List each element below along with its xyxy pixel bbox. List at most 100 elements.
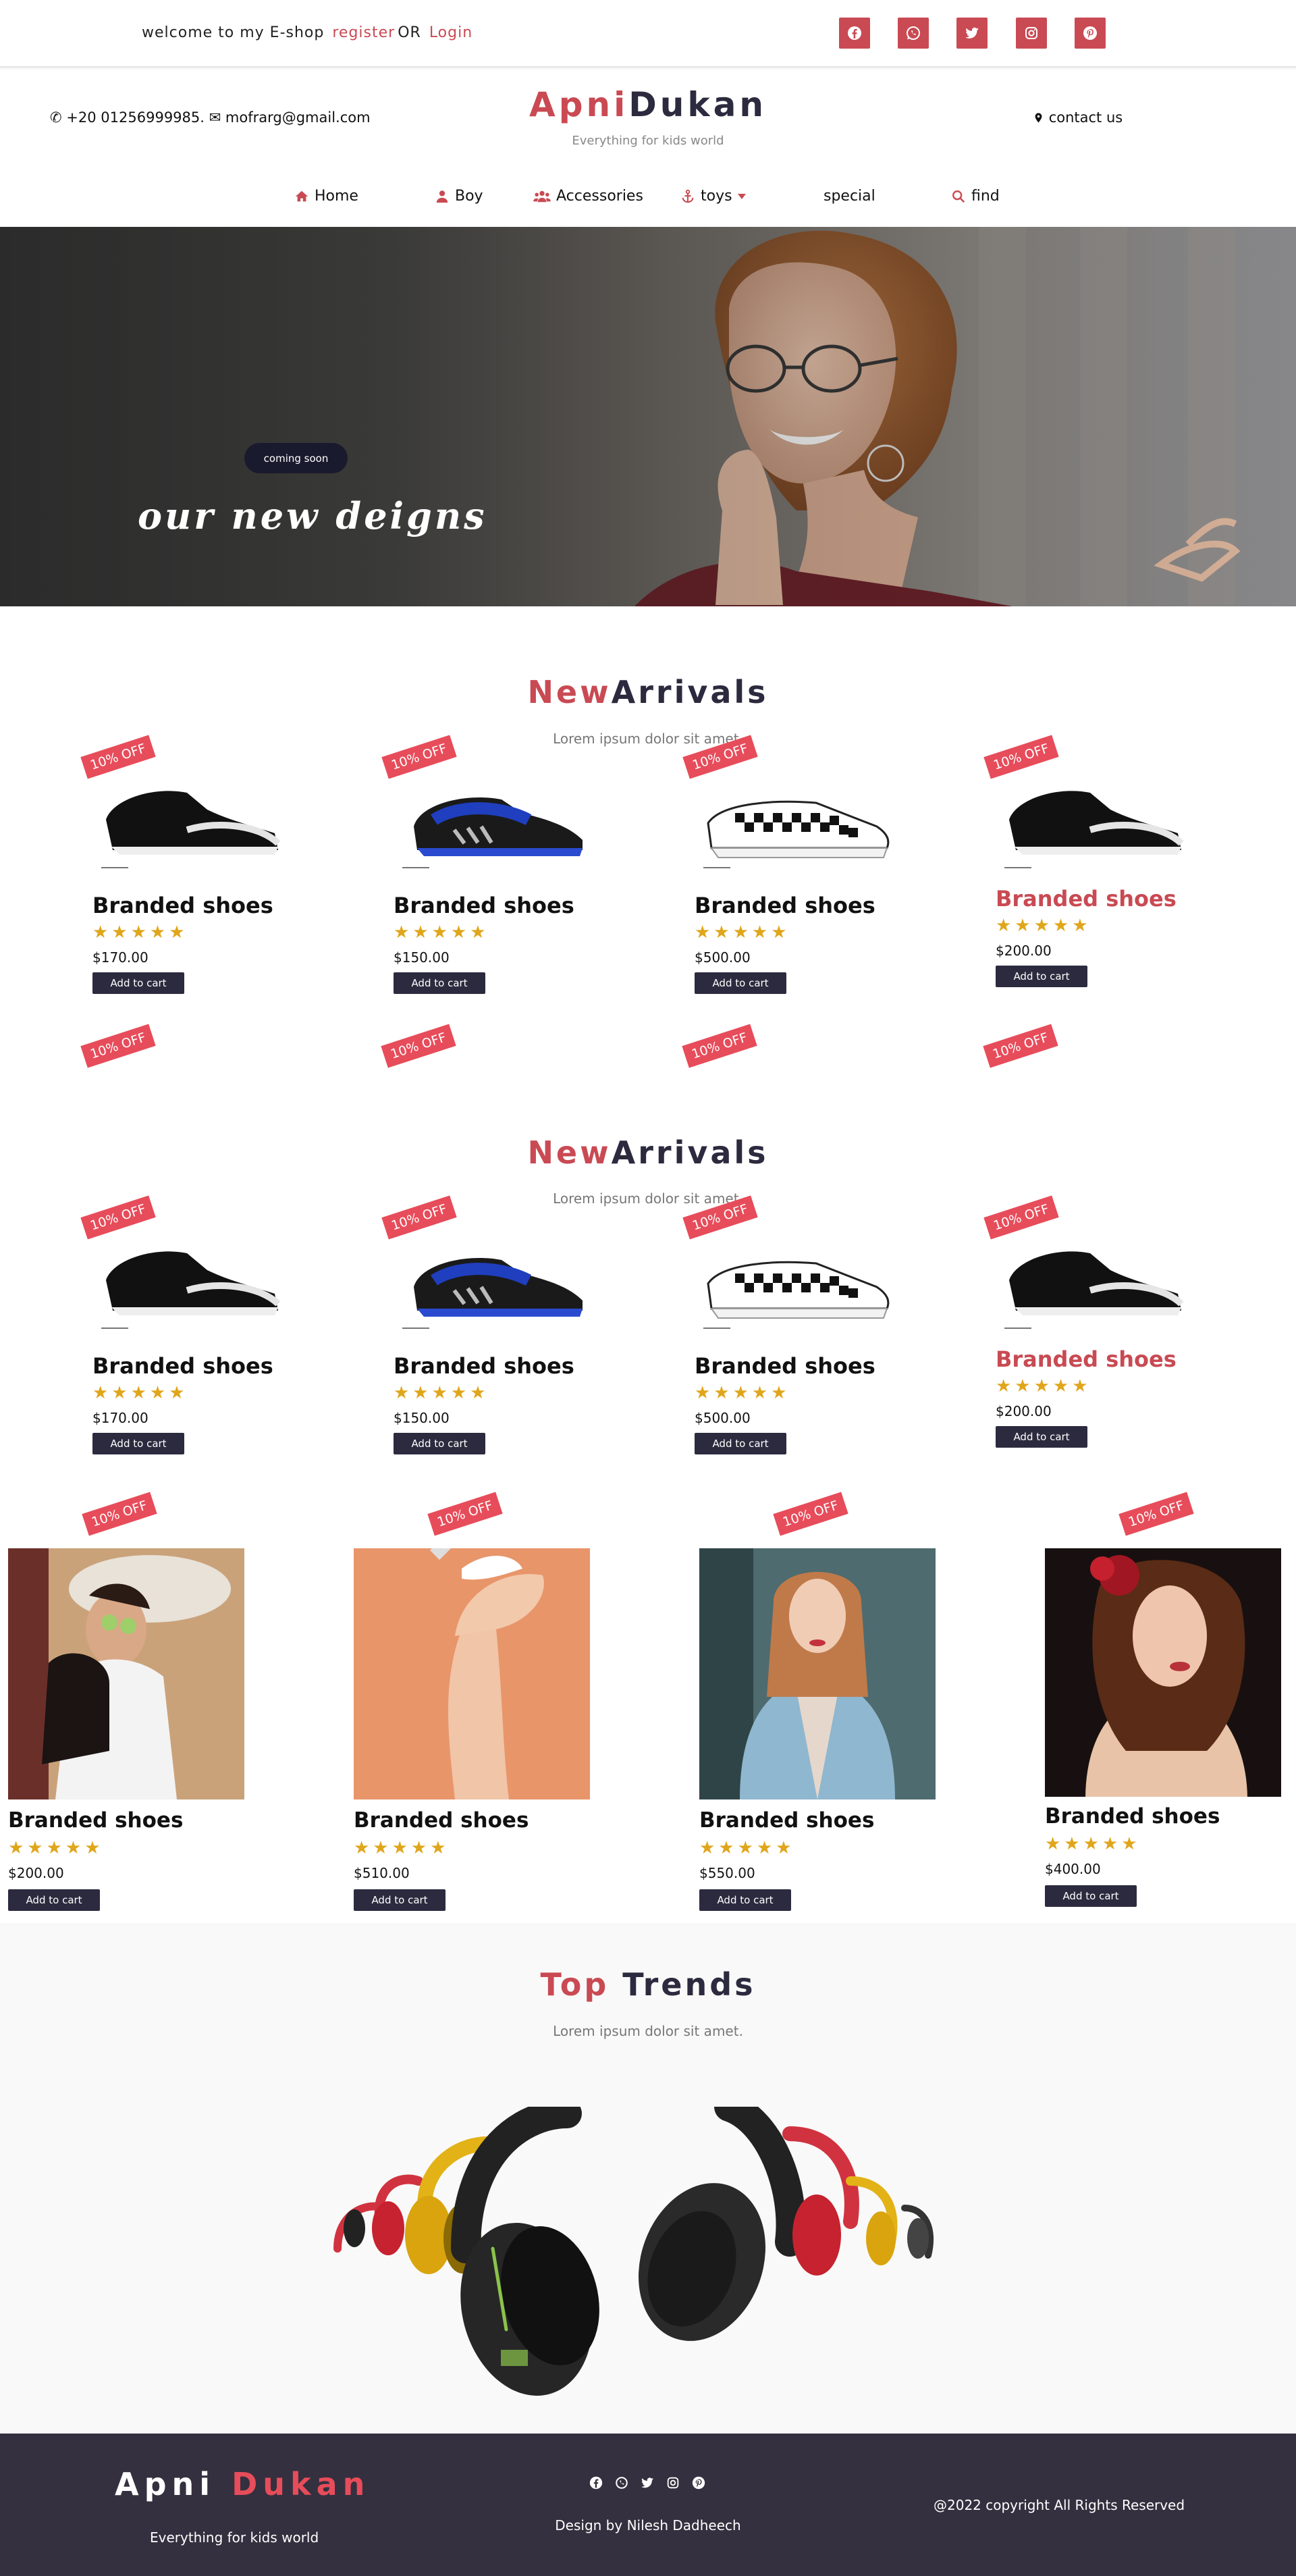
hero-banner	[0, 227, 1296, 606]
map-pin-icon	[1035, 113, 1042, 123]
new-arrivals-title-2: NewArrivals	[0, 1134, 1296, 1171]
caret-down-icon	[737, 193, 746, 199]
new-arrivals-subtitle: Lorem ipsum dolor sit amet.	[553, 731, 743, 747]
product-price: $400.00	[1045, 1861, 1101, 1877]
product-image[interactable]	[394, 1233, 596, 1330]
footer-logo[interactable]: Apni Dukan	[115, 2466, 370, 2502]
whatsapp-icon[interactable]	[614, 2475, 629, 2490]
nav-toys-label: toys	[701, 188, 732, 205]
contact-us-link[interactable]: contact us	[1033, 109, 1123, 126]
product-image[interactable]	[92, 1233, 295, 1330]
nav-special[interactable]: special	[824, 188, 875, 205]
search-icon	[952, 190, 965, 203]
twitter-icon[interactable]	[956, 18, 988, 49]
product-name[interactable]: Branded shoes	[1045, 1804, 1220, 1829]
add-to-cart-button[interactable]: Add to cart	[1045, 1885, 1137, 1907]
title-accent: New	[527, 1134, 612, 1171]
rating-stars: ★★★★★	[92, 922, 188, 943]
logo-part-a: Apni	[529, 85, 629, 124]
rating-stars: ★★★★★	[394, 1383, 489, 1403]
product-name[interactable]: Branded shoes	[695, 1353, 875, 1379]
headphones-image	[333, 2107, 934, 2396]
product-image[interactable]	[1045, 1548, 1281, 1797]
product-image[interactable]	[8, 1548, 244, 1799]
nav-toys[interactable]: toys	[680, 188, 746, 205]
pinterest-icon[interactable]	[691, 2475, 706, 2490]
footer-copyright: @2022 copyright All Rights Reserved	[934, 2497, 1185, 2513]
product-name[interactable]: Branded shoes	[996, 886, 1177, 912]
product-name[interactable]: Branded shoes	[394, 1353, 574, 1379]
rating-stars: ★★★★★	[8, 1838, 104, 1858]
nav-boy[interactable]: Boy	[435, 188, 483, 205]
title-accent: Top	[540, 1966, 610, 2003]
anchor-icon	[682, 189, 694, 203]
product-name[interactable]: Branded shoes	[996, 1346, 1177, 1372]
add-to-cart-button[interactable]: Add to cart	[394, 1433, 485, 1454]
facebook-icon[interactable]	[589, 2475, 603, 2490]
product-name[interactable]: Branded shoes	[92, 893, 273, 918]
discount-badge: 10% OFF	[80, 1024, 156, 1068]
product-price: $170.00	[92, 949, 148, 966]
product-price: $500.00	[695, 1410, 751, 1426]
add-to-cart-button[interactable]: Add to cart	[92, 972, 184, 994]
add-to-cart-button[interactable]: Add to cart	[695, 972, 786, 994]
title-main: Arrivals	[611, 674, 769, 710]
add-to-cart-button[interactable]: Add to cart	[354, 1889, 446, 1911]
new-arrivals-subtitle-2: Lorem ipsum dolor sit amet.	[553, 1190, 743, 1207]
product-image[interactable]	[695, 772, 897, 870]
instagram-icon[interactable]	[1016, 18, 1047, 49]
product-price: $200.00	[8, 1865, 64, 1881]
product-name[interactable]: Branded shoes	[354, 1808, 529, 1833]
nav-home-label: Home	[315, 188, 358, 205]
product-price: $150.00	[394, 949, 450, 966]
add-to-cart-button[interactable]: Add to cart	[8, 1889, 100, 1911]
product-price: $500.00	[695, 949, 751, 966]
top-trends-title: Top Trends	[0, 1966, 1296, 2003]
users-icon	[533, 190, 551, 202]
product-image[interactable]	[695, 1233, 897, 1330]
nav-home[interactable]: Home	[294, 188, 358, 205]
nav-accessories[interactable]: Accessories	[533, 188, 643, 205]
footer-credit: Design by Nilesh Dadheech	[555, 2517, 741, 2533]
rating-stars: ★★★★★	[92, 1383, 188, 1403]
pinterest-icon[interactable]	[1075, 18, 1106, 49]
twitter-icon[interactable]	[640, 2475, 655, 2490]
add-to-cart-button[interactable]: Add to cart	[699, 1889, 791, 1911]
add-to-cart-button[interactable]: Add to cart	[996, 1426, 1087, 1448]
site-tagline: Everything for kids world	[572, 134, 724, 148]
product-price: $200.00	[996, 1403, 1052, 1419]
product-name[interactable]: Branded shoes	[699, 1808, 874, 1833]
rating-stars: ★★★★★	[996, 916, 1091, 936]
add-to-cart-button[interactable]: Add to cart	[695, 1433, 786, 1454]
product-name[interactable]: Branded shoes	[8, 1808, 183, 1833]
product-name[interactable]: Branded shoes	[394, 893, 574, 918]
register-link[interactable]: register	[332, 24, 395, 41]
product-image[interactable]	[92, 772, 295, 870]
coming-soon-badge: coming soon	[244, 443, 348, 473]
contact-us-label: contact us	[1048, 109, 1123, 126]
product-image[interactable]	[996, 772, 1198, 870]
login-link[interactable]: Login	[429, 24, 473, 41]
footer-logo-a: Apni	[115, 2466, 216, 2502]
product-image[interactable]	[699, 1548, 936, 1799]
discount-badge: 10% OFF	[773, 1492, 848, 1536]
add-to-cart-button[interactable]: Add to cart	[394, 972, 485, 994]
product-name[interactable]: Branded shoes	[92, 1353, 273, 1379]
rating-stars: ★★★★★	[699, 1838, 795, 1858]
product-image[interactable]	[394, 772, 596, 870]
rating-stars: ★★★★★	[695, 922, 790, 943]
product-price: $200.00	[996, 943, 1052, 959]
product-image[interactable]	[354, 1548, 590, 1799]
nav-find[interactable]: find	[951, 188, 1000, 205]
footer-logo-b: Dukan	[232, 2466, 371, 2502]
instagram-icon[interactable]	[666, 2475, 680, 2490]
title-main: Trends	[622, 1966, 756, 2003]
whatsapp-icon[interactable]	[898, 18, 929, 49]
facebook-icon[interactable]	[839, 18, 870, 49]
add-to-cart-button[interactable]: Add to cart	[996, 966, 1087, 987]
product-name[interactable]: Branded shoes	[695, 893, 875, 918]
add-to-cart-button[interactable]: Add to cart	[92, 1433, 184, 1454]
discount-badge: 10% OFF	[983, 1024, 1058, 1068]
product-image[interactable]	[996, 1233, 1198, 1330]
hero-title: our new deigns	[138, 494, 487, 537]
